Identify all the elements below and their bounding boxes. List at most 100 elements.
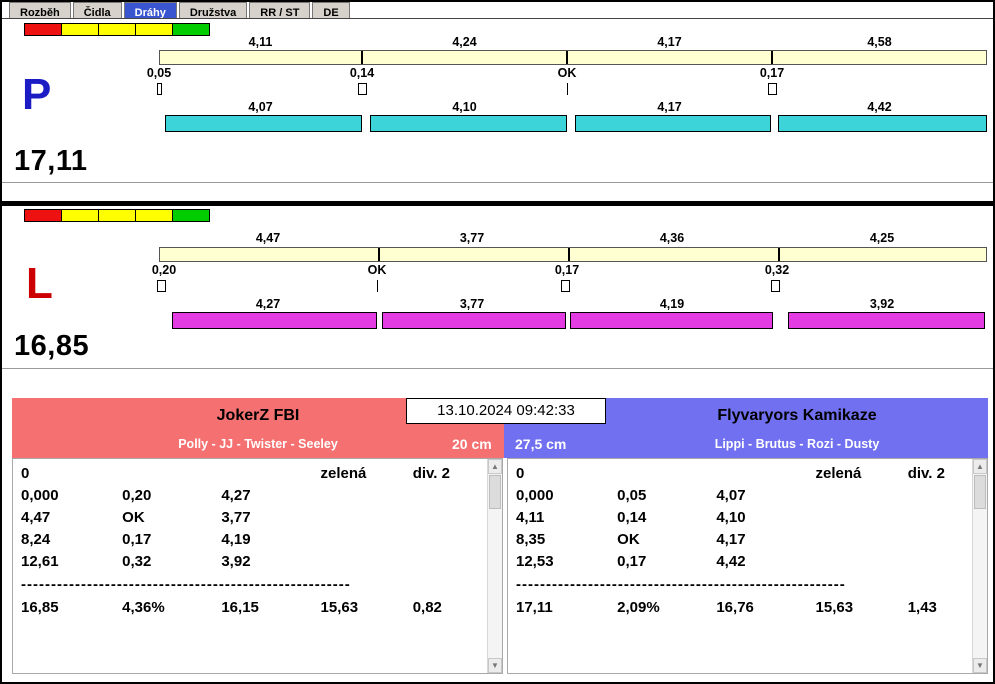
cell: 15,63	[815, 599, 854, 616]
cell: zelená	[320, 465, 367, 482]
scrollbar-thumb[interactable]	[974, 475, 986, 509]
start-light-red	[24, 209, 62, 222]
split-label: 4,47	[255, 231, 281, 245]
lane-total-left: 16,85	[14, 330, 90, 362]
table-row: 4,47 OK 3,77	[21, 509, 486, 531]
pass-marker-label: 0,32	[764, 263, 790, 277]
cell: 0,17	[122, 531, 152, 548]
split-label: 4,58	[867, 35, 892, 49]
cell: 4,27	[221, 487, 251, 504]
lane-letter-right: P	[22, 70, 52, 119]
team-headers: JokerZ FBI Polly - JJ - Twister - Seeley…	[12, 398, 988, 458]
tab-druzstva[interactable]: Družstva	[178, 2, 248, 18]
vertical-scrollbar[interactable]: ▲ ▼	[972, 459, 987, 673]
tab-cidla[interactable]: Čidla	[72, 2, 122, 18]
dog-time-label: 4,27	[255, 297, 281, 311]
dog-time-label: 4,17	[657, 100, 682, 114]
pass-marker-label: 0,14	[349, 66, 375, 80]
pass-marker-label: 0,17	[554, 263, 580, 277]
start-light-yellow-2	[98, 23, 136, 36]
start-light-yellow-2	[98, 209, 136, 222]
pass-marker-label: 0,20	[151, 263, 177, 277]
team-name-right: Flyvaryors Kamikaze	[717, 407, 877, 424]
scroll-down-button[interactable]: ▼	[973, 658, 987, 673]
table-row: 4,11 0,14 4,10	[516, 509, 971, 531]
split-label: 4,11	[248, 35, 273, 49]
cell: 0,82	[412, 599, 442, 616]
cell: OK	[122, 509, 145, 526]
tab-rozbeh[interactable]: Rozběh	[9, 2, 71, 18]
split-label: 3,77	[459, 231, 485, 245]
tab-de[interactable]: DE	[312, 2, 350, 18]
table-info-row: 0 zelená div. 2	[21, 465, 486, 487]
timestamp-box: 13.10.2024 09:42:33	[406, 398, 606, 424]
app-window: Rozběh Čidla Dráhy Družstva RR / ST DE P…	[0, 0, 995, 684]
jump-height-left: 20 cm	[452, 436, 492, 452]
cell: 0	[516, 465, 525, 482]
table-row: 0,000 0,05 4,07	[516, 487, 971, 509]
pass-marker-box	[771, 280, 780, 292]
dog-time-bar	[788, 312, 985, 329]
table-separator: ----------------------------------------…	[516, 576, 846, 593]
table-row: 8,24 0,17 4,19	[21, 531, 486, 553]
cell: 4,07	[716, 487, 746, 504]
scrollbar-thumb[interactable]	[489, 475, 501, 509]
tab-rr-st[interactable]: RR / ST	[249, 2, 311, 18]
table-row: 0,000 0,20 4,27	[21, 487, 486, 509]
dog-time-bar	[370, 115, 567, 132]
cell: div. 2	[907, 465, 945, 482]
dog-time-bar	[172, 312, 377, 329]
start-light-yellow-1	[61, 209, 99, 222]
cell: zelená	[815, 465, 862, 482]
cell: 4,17	[716, 531, 746, 548]
jump-height-right: 27,5 cm	[515, 436, 567, 452]
cell: OK	[617, 531, 640, 548]
pass-marker-tick	[567, 83, 568, 95]
split-label: 4,25	[869, 231, 895, 245]
summary-row: 16,85 4,36% 16,15 15,63 0,82	[21, 599, 486, 621]
cell: 0,14	[617, 509, 647, 526]
results-section: JokerZ FBI Polly - JJ - Twister - Seeley…	[12, 398, 988, 674]
table-row: 8,35 OK 4,17	[516, 531, 971, 553]
results-table-left: 0 zelená div. 2 0,000 0,20 4,27 4,47 OK …	[12, 458, 503, 674]
cell: 1,43	[907, 599, 937, 616]
cell: 0,05	[617, 487, 647, 504]
scroll-down-button[interactable]: ▼	[488, 658, 502, 673]
split-label: 4,24	[452, 35, 477, 49]
cell: 2,09%	[617, 599, 660, 616]
cell: 16,15	[221, 599, 259, 616]
split-bar	[159, 50, 987, 65]
split-bar	[159, 247, 987, 262]
dog-time-label: 3,92	[869, 297, 895, 311]
tab-drahy[interactable]: Dráhy	[123, 2, 177, 18]
team-lineup-left: Polly - JJ - Twister - Seeley	[178, 437, 338, 451]
dog-time-label: 4,07	[248, 100, 273, 114]
cell: 17,11	[516, 599, 553, 616]
scroll-up-button[interactable]: ▲	[973, 459, 987, 474]
pass-marker-label: OK	[367, 263, 387, 277]
pass-marker-box	[768, 83, 777, 95]
tab-bar: Rozběh Čidla Dráhy Družstva RR / ST DE	[2, 2, 993, 19]
pass-marker-box	[561, 280, 570, 292]
dog-time-label: 3,77	[459, 297, 485, 311]
cell: 0,000	[21, 487, 59, 504]
scroll-up-button[interactable]: ▲	[488, 459, 502, 474]
cell: 4,11	[516, 509, 545, 526]
summary-row: 17,11 2,09% 16,76 15,63 1,43	[516, 599, 971, 621]
cell: 0,20	[122, 487, 152, 504]
pass-marker-tick	[377, 280, 378, 292]
table-row: 12,61 0,32 3,92	[21, 553, 486, 575]
table-info-row: 0 zelená div. 2	[516, 465, 971, 487]
lane-panel-right: P 4,11 4,24 4,17 4,58 0,05 0,14 OK 0,17 …	[2, 19, 993, 183]
cell: 4,10	[716, 509, 746, 526]
cell: 4,42	[716, 553, 746, 570]
start-light-green	[172, 209, 210, 222]
start-lights	[24, 209, 210, 222]
pass-marker-box	[358, 83, 367, 95]
vertical-scrollbar[interactable]: ▲ ▼	[487, 459, 502, 673]
lane-total-right: 17,11	[14, 145, 88, 177]
pass-marker-label: 0,17	[759, 66, 785, 80]
cell: div. 2	[412, 465, 450, 482]
start-light-yellow-3	[135, 209, 173, 222]
cell: 0	[21, 465, 30, 482]
